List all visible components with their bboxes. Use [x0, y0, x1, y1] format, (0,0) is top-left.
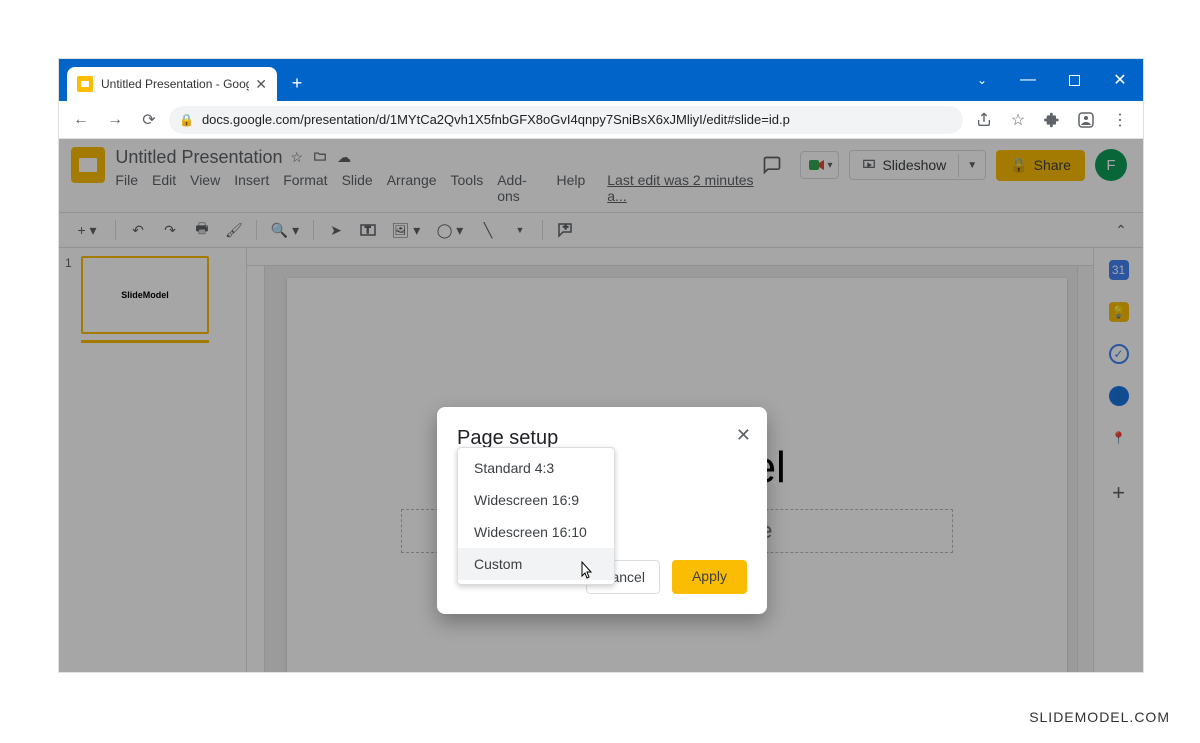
apply-button[interactable]: Apply [672, 560, 747, 594]
slides-app: Untitled Presentation ☆ ☁ File Edit View… [59, 139, 1143, 672]
share-button[interactable]: 🔒Share [996, 150, 1085, 181]
star-icon[interactable]: ☆ [291, 149, 304, 166]
line-tool[interactable]: ╲ [474, 216, 502, 244]
move-icon[interactable] [313, 149, 327, 166]
lock-icon: 🔒 [179, 113, 194, 127]
bookmark-icon[interactable]: ☆ [1003, 105, 1033, 135]
add-addon-icon[interactable]: + [1112, 480, 1125, 506]
profile-icon[interactable] [1071, 105, 1101, 135]
menu-bar: File Edit View Insert Format Slide Arran… [115, 172, 754, 204]
ruler-vertical [247, 266, 265, 673]
account-avatar[interactable]: F [1095, 149, 1127, 181]
slideshow-dropdown-icon[interactable]: ▼ [958, 154, 985, 177]
ruler-horizontal [247, 248, 1093, 266]
comments-icon[interactable] [754, 147, 790, 183]
window-minimize-icon[interactable]: — [1005, 59, 1051, 101]
image-tool[interactable]: 🖼 ▾ [386, 216, 426, 244]
tasks-icon[interactable]: ✓ [1109, 344, 1129, 364]
undo-button[interactable]: ↶ [124, 216, 152, 244]
menu-format[interactable]: Format [283, 172, 327, 204]
svg-text:T: T [365, 225, 371, 235]
browser-window: Untitled Presentation - Google Sl ✕ + ⌄ … [58, 58, 1144, 673]
slide-thumbnail[interactable]: 1 SlideModel [67, 256, 238, 343]
window-menu-icon[interactable]: ⌄ [959, 59, 1005, 101]
tab-title: Untitled Presentation - Google Sl [101, 77, 249, 91]
menu-help[interactable]: Help [556, 172, 585, 204]
menu-file[interactable]: File [115, 172, 138, 204]
new-slide-button[interactable]: + ▾ [67, 216, 107, 244]
menu-slide[interactable]: Slide [342, 172, 373, 204]
nav-back-icon[interactable]: ← [67, 106, 95, 134]
redo-button[interactable]: ↷ [156, 216, 184, 244]
browser-titlebar: Untitled Presentation - Google Sl ✕ + ⌄ … [59, 59, 1143, 101]
window-maximize-icon[interactable] [1051, 59, 1097, 101]
nav-forward-icon[interactable]: → [101, 106, 129, 134]
extensions-icon[interactable] [1037, 105, 1067, 135]
tab-close-icon[interactable]: ✕ [255, 76, 267, 93]
share-url-icon[interactable] [969, 105, 999, 135]
svg-text:+: + [563, 222, 568, 232]
toolbar: + ▾ ↶ ↷ 🖶 🖌 🔍 ▾ ➤ T 🖼 ▾ ◯ ▾ ╲ ▼ + ⌃ [59, 212, 1143, 248]
textbox-tool[interactable]: T [354, 216, 382, 244]
new-tab-button[interactable]: + [283, 69, 311, 97]
slides-favicon-icon [77, 76, 93, 92]
zoom-button[interactable]: 🔍 ▾ [265, 216, 305, 244]
watermark: SLIDEMODEL.COM [1029, 709, 1170, 725]
print-button[interactable]: 🖶 [188, 216, 216, 244]
cloud-icon[interactable]: ☁ [337, 149, 351, 166]
option-standard-43[interactable]: Standard 4:3 [458, 452, 614, 484]
menu-insert[interactable]: Insert [234, 172, 269, 204]
menu-arrange[interactable]: Arrange [387, 172, 437, 204]
meet-button[interactable]: ▾ [800, 151, 839, 179]
maps-icon[interactable]: 📍 [1109, 428, 1129, 448]
menu-edit[interactable]: Edit [152, 172, 176, 204]
menu-view[interactable]: View [190, 172, 220, 204]
browser-tab[interactable]: Untitled Presentation - Google Sl ✕ [67, 67, 277, 101]
doc-title[interactable]: Untitled Presentation [115, 147, 282, 168]
select-tool[interactable]: ➤ [322, 216, 350, 244]
slides-header: Untitled Presentation ☆ ☁ File Edit View… [59, 139, 1143, 204]
url-field[interactable]: 🔒 docs.google.com/presentation/d/1MYtCa2… [169, 106, 963, 134]
lock-share-icon: 🔒 [1010, 157, 1027, 174]
option-widescreen-169[interactable]: Widescreen 16:9 [458, 484, 614, 516]
url-text: docs.google.com/presentation/d/1MYtCa2Qv… [202, 112, 790, 127]
collapse-toolbar-icon[interactable]: ⌃ [1107, 216, 1135, 244]
option-widescreen-1610[interactable]: Widescreen 16:10 [458, 516, 614, 548]
menu-addons[interactable]: Add-ons [497, 172, 542, 204]
keep-icon[interactable]: 💡 [1109, 302, 1129, 322]
slides-logo-icon[interactable] [71, 147, 105, 183]
cursor-pointer-icon [577, 561, 593, 584]
window-close-icon[interactable]: ✕ [1097, 59, 1143, 101]
thumb-number: 1 [65, 256, 72, 270]
shape-tool[interactable]: ◯ ▾ [430, 216, 470, 244]
calendar-icon[interactable]: 31 [1109, 260, 1129, 280]
window-controls: ⌄ — ✕ [959, 59, 1143, 101]
comment-tool[interactable]: + [551, 216, 579, 244]
contacts-icon[interactable]: 👤 [1109, 386, 1129, 406]
scrollbar-vertical[interactable] [1077, 266, 1093, 673]
thumbnail-panel: 1 SlideModel [59, 248, 247, 673]
slideshow-button[interactable]: Slideshow ▼ [849, 150, 986, 180]
browser-menu-icon[interactable]: ⋮ [1105, 105, 1135, 135]
page-setup-dialog: Page setup ✕ Cancel Apply Standard 4:3 W… [437, 407, 767, 614]
last-edit-link[interactable]: Last edit was 2 minutes a... [607, 172, 754, 204]
browser-address-bar: ← → ⟳ 🔒 docs.google.com/presentation/d/1… [59, 101, 1143, 139]
menu-tools[interactable]: Tools [451, 172, 484, 204]
nav-reload-icon[interactable]: ⟳ [135, 106, 163, 134]
paint-format-button[interactable]: 🖌 [220, 216, 248, 244]
side-panel: 31 💡 ✓ 👤 📍 + [1093, 248, 1143, 673]
present-icon [862, 158, 876, 172]
line-menu[interactable]: ▼ [506, 216, 534, 244]
meet-icon [807, 156, 825, 174]
dialog-close-icon[interactable]: ✕ [736, 425, 751, 446]
